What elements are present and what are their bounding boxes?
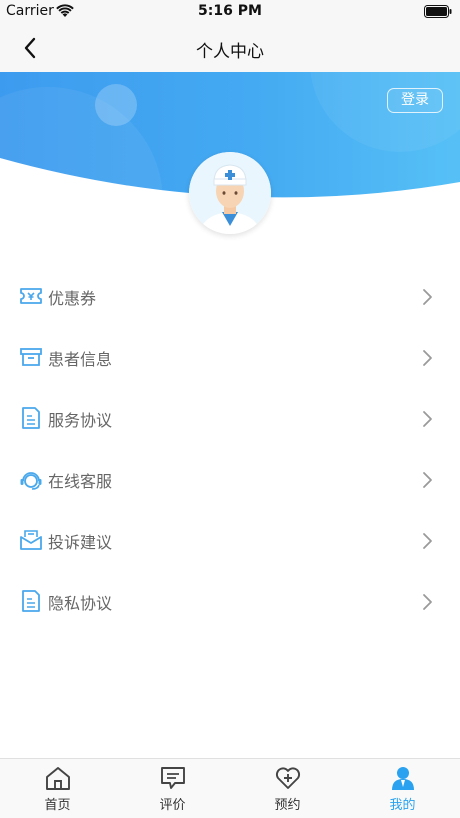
menu-item-label: 隐私协议 xyxy=(48,594,113,613)
menu-item-label: 在线客服 xyxy=(48,472,113,491)
menu-item-label: 投诉建议 xyxy=(48,533,113,552)
chevron-right-icon xyxy=(423,594,432,610)
coupon-icon xyxy=(20,288,42,304)
archive-box-icon xyxy=(20,348,42,366)
menu-item-online-support[interactable]: 在线客服 xyxy=(0,449,460,510)
chevron-left-icon xyxy=(24,37,36,59)
headset-icon xyxy=(20,472,42,490)
menu-item-service-agreement[interactable]: 服务协议 xyxy=(0,388,460,449)
avatar[interactable] xyxy=(189,152,271,234)
doctor-avatar-icon xyxy=(189,152,271,234)
battery-icon xyxy=(424,5,452,18)
menu-item-label: 服务协议 xyxy=(48,411,113,430)
menu-item-label: 优惠券 xyxy=(48,289,97,308)
home-icon xyxy=(46,767,70,790)
tab-mine[interactable]: 我的 xyxy=(345,759,460,818)
document-icon xyxy=(22,590,40,612)
heart-plus-icon xyxy=(275,767,301,789)
back-button[interactable] xyxy=(18,34,48,62)
tab-label: 首页 xyxy=(44,798,71,813)
user-icon xyxy=(392,767,414,790)
tab-label: 评价 xyxy=(159,798,186,813)
status-bar: Carrier 5:16 PM xyxy=(0,0,460,24)
menu-item-privacy-agreement[interactable]: 隐私协议 xyxy=(0,571,460,632)
navigation-bar: 个人中心 xyxy=(0,24,460,72)
menu-item-coupons[interactable]: 优惠券 xyxy=(0,266,460,327)
menu-item-patient-info[interactable]: 患者信息 xyxy=(0,327,460,388)
status-time: 5:16 PM xyxy=(198,3,262,19)
login-button[interactable]: 登录 xyxy=(387,88,443,113)
tab-home[interactable]: 首页 xyxy=(0,759,115,818)
chevron-right-icon xyxy=(423,472,432,488)
page-title: 个人中心 xyxy=(196,42,264,62)
tab-label: 预约 xyxy=(274,798,301,813)
chevron-right-icon xyxy=(423,533,432,549)
tab-reviews[interactable]: 评价 xyxy=(115,759,230,818)
tab-appointment[interactable]: 预约 xyxy=(230,759,345,818)
menu-item-complaints[interactable]: 投诉建议 xyxy=(0,510,460,571)
chevron-right-icon xyxy=(423,289,432,305)
document-icon xyxy=(22,407,40,429)
tab-bar: 首页 评价 预约 我的 xyxy=(0,758,460,818)
tab-label: 我的 xyxy=(389,798,416,813)
envelope-icon xyxy=(20,530,42,550)
profile-menu: 优惠券 患者信息 服务协议 在线客服 投诉建议 隐私协议 xyxy=(0,266,460,632)
comment-icon xyxy=(161,767,185,789)
chevron-right-icon xyxy=(423,411,432,427)
menu-item-label: 患者信息 xyxy=(48,350,113,369)
chevron-right-icon xyxy=(423,350,432,366)
